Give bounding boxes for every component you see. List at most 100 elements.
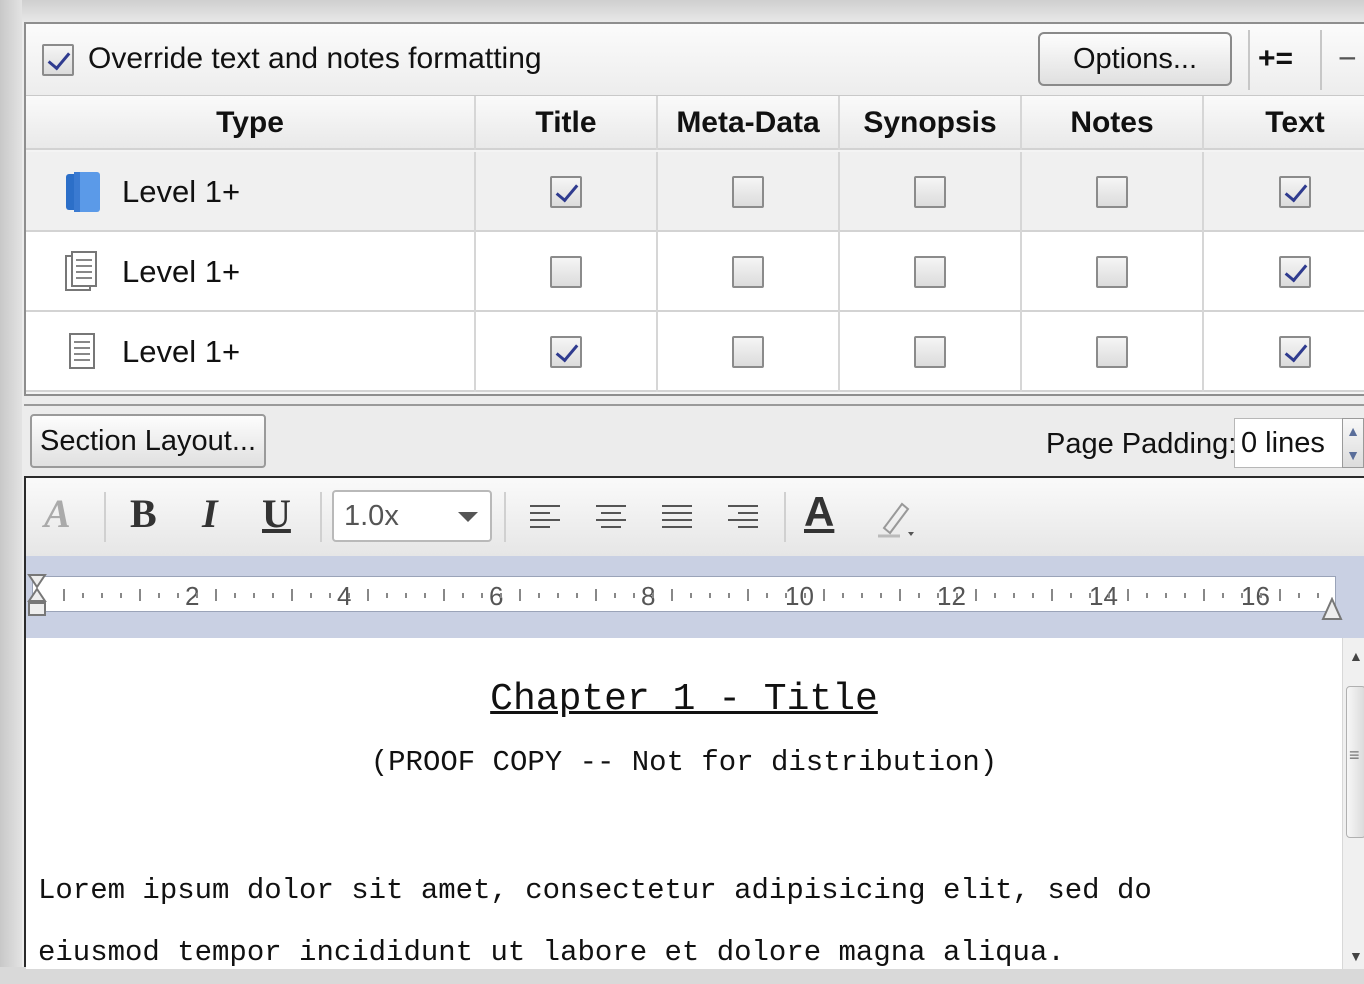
ruler-tick: [614, 593, 616, 598]
ruler-tick: [1222, 593, 1224, 598]
ruler-tick: [671, 589, 673, 601]
ruler-tick: [120, 593, 122, 598]
ruler-tick: [386, 593, 388, 598]
metadata-checkbox[interactable]: [732, 176, 764, 208]
ruler-tick: [481, 593, 483, 598]
right-indent-marker[interactable]: [1321, 597, 1343, 625]
notes-cell: [1022, 232, 1204, 312]
type-label: Level 1+: [122, 254, 241, 289]
title-checkbox[interactable]: [550, 336, 582, 368]
column-header-text[interactable]: Text: [1204, 96, 1364, 150]
scrollbar-thumb[interactable]: [1346, 686, 1364, 838]
metadata-cell: [658, 312, 840, 392]
options-button[interactable]: Options...: [1038, 32, 1232, 86]
title-cell: [476, 232, 658, 312]
ruler-tick: [1260, 593, 1262, 598]
preview-document[interactable]: Chapter 1 - Title (PROOF COPY -- Not for…: [26, 638, 1342, 969]
notes-checkbox[interactable]: [1096, 336, 1128, 368]
text-checkbox[interactable]: [1279, 176, 1311, 208]
text-cell: [1204, 312, 1364, 392]
ruler-tick: [139, 589, 141, 601]
clear-style-icon[interactable]: A: [44, 490, 71, 537]
ruler-tick: [747, 589, 749, 601]
title-cell: [476, 152, 658, 232]
synopsis-cell: [840, 152, 1022, 232]
title-checkbox[interactable]: [550, 176, 582, 208]
ruler-tick: [880, 593, 882, 598]
type-cell: Level 1+: [26, 152, 476, 232]
page-padding-input[interactable]: 0 lines: [1234, 418, 1344, 468]
ruler-tick: [633, 593, 635, 598]
format-toolbar: A B I U 1.0x A: [26, 478, 1364, 556]
section-layout-button[interactable]: Section Layout...: [30, 414, 266, 468]
ruler-label: 12: [937, 581, 966, 611]
notes-checkbox[interactable]: [1096, 176, 1128, 208]
column-header-synopsis[interactable]: Synopsis: [840, 96, 1022, 150]
ruler-tick: [158, 593, 160, 598]
ruler-tick: [1279, 589, 1281, 601]
page-padding-stepper[interactable]: ▲ ▼: [1342, 418, 1364, 468]
text-checkbox[interactable]: [1279, 336, 1311, 368]
column-header-notes[interactable]: Notes: [1022, 96, 1204, 150]
scroll-down-icon[interactable]: ▼: [1349, 948, 1363, 964]
window-edge-left: [0, 0, 22, 967]
metadata-cell: [658, 232, 840, 312]
scroll-up-icon[interactable]: ▲: [1349, 648, 1363, 664]
title-checkbox[interactable]: [550, 256, 582, 288]
override-bar: Override text and notes formatting Optio…: [26, 24, 1364, 96]
format-editor: A B I U 1.0x A 2 4 6 8 10 12 14 16 Chapt…: [24, 476, 1364, 969]
ruler-tick: [63, 589, 65, 601]
align-left-icon[interactable]: [528, 502, 562, 534]
ruler-tick: [918, 593, 920, 598]
ruler-tick: [975, 589, 977, 601]
body-line: eiusmod tempor incididunt ut labore et d…: [38, 936, 1065, 969]
metadata-checkbox[interactable]: [732, 256, 764, 288]
synopsis-checkbox[interactable]: [914, 256, 946, 288]
text-color-icon[interactable]: A: [804, 488, 834, 536]
ruler-tick: [348, 593, 350, 598]
ruler[interactable]: 2 4 6 8 10 12 14 16: [27, 574, 1343, 620]
notes-cell: [1022, 152, 1204, 232]
synopsis-checkbox[interactable]: [914, 336, 946, 368]
ruler-label: 16: [1241, 581, 1270, 611]
underline-button[interactable]: U: [262, 490, 291, 537]
highlight-icon[interactable]: [874, 496, 918, 540]
ruler-tick: [690, 593, 692, 598]
ruler-tick: [557, 593, 559, 598]
notes-cell: [1022, 312, 1204, 392]
metadata-checkbox[interactable]: [732, 336, 764, 368]
column-header-type[interactable]: Type: [26, 96, 476, 150]
ruler-tick: [899, 589, 901, 601]
italic-button[interactable]: I: [202, 490, 218, 537]
synopsis-checkbox[interactable]: [914, 176, 946, 208]
table-row[interactable]: Level 1+: [26, 312, 1364, 392]
override-checkbox[interactable]: [42, 44, 74, 76]
ruler-tick: [1146, 593, 1148, 598]
metadata-cell: [658, 152, 840, 232]
ruler-tick: [443, 589, 445, 601]
align-right-icon[interactable]: [726, 502, 760, 534]
bold-button[interactable]: B: [130, 490, 157, 537]
ruler-tick: [1013, 593, 1015, 598]
ruler-tick: [538, 593, 540, 598]
left-indent-marker[interactable]: [27, 573, 49, 619]
ruler-tick: [215, 589, 217, 601]
ruler-tick: [804, 593, 806, 598]
column-header-metadata[interactable]: Meta-Data: [658, 96, 840, 150]
vertical-scrollbar[interactable]: ▲ ▼: [1342, 638, 1364, 969]
align-center-icon[interactable]: [594, 502, 628, 534]
column-header-title[interactable]: Title: [476, 96, 658, 150]
format-table-header: Type Title Meta-Data Synopsis Notes Text: [26, 96, 1364, 150]
ruler-tick: [728, 593, 730, 598]
align-justify-icon[interactable]: [660, 502, 694, 534]
remove-level-button[interactable]: −: [1338, 40, 1357, 77]
type-label: Level 1+: [122, 334, 241, 369]
ruler-tick: [576, 593, 578, 598]
notes-checkbox[interactable]: [1096, 256, 1128, 288]
table-row[interactable]: Level 1+: [26, 152, 1364, 232]
add-level-button[interactable]: +=: [1258, 42, 1293, 76]
text-checkbox[interactable]: [1279, 256, 1311, 288]
zoom-select[interactable]: 1.0x: [332, 490, 492, 542]
table-row[interactable]: Level 1+: [26, 232, 1364, 312]
ruler-tick: [1127, 589, 1129, 601]
